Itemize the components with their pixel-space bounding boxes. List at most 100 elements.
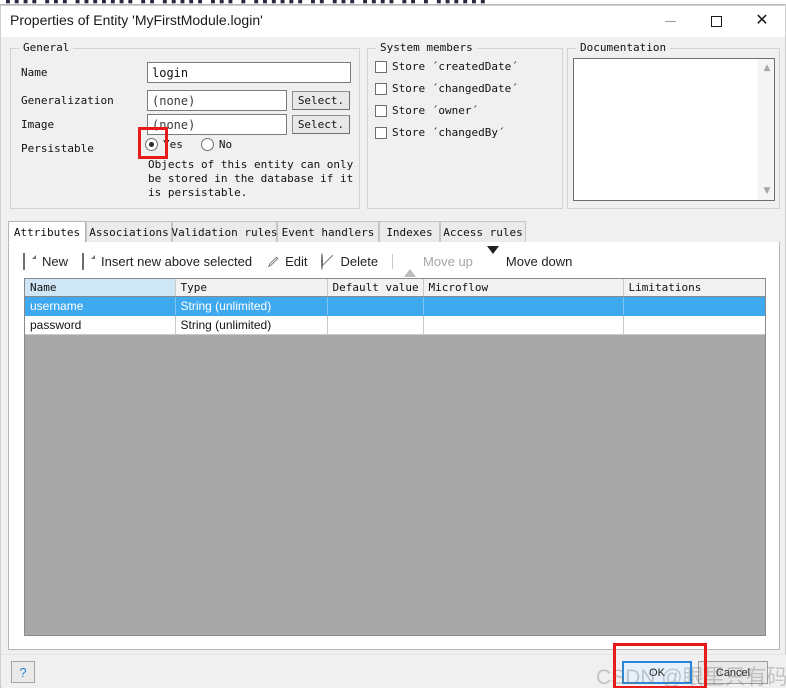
application-window: ▌▌▌▌ ▌▌▌ ▌▌▌▌▌▌▌ ▌▌ ▌▌▌▌▌ ▌▌▌ ▌ ▌▌▌▌▌▌ ▌…: [0, 0, 786, 688]
checkbox-store-created-date[interactable]: Store ´createdDate´: [375, 60, 518, 73]
general-group: General Name Generalization Select. Imag…: [10, 41, 360, 209]
image-select-button[interactable]: Select.: [292, 115, 350, 134]
attributes-toolbar: New Insert new above selected Edit Delet…: [9, 245, 586, 277]
persistable-label: Persistable: [21, 142, 94, 155]
persistable-hint: Objects of this entity can only be store…: [148, 158, 358, 200]
minimize-button[interactable]: [647, 6, 693, 36]
document-icon: [82, 252, 96, 270]
generalization-label: Generalization: [21, 94, 114, 107]
triangle-down-icon: [486, 245, 501, 269]
system-members-group: System members Store ´createdDate´ Store…: [367, 41, 563, 209]
close-icon: ✕: [755, 12, 769, 29]
checkbox-label: Store ´createdDate´: [392, 60, 518, 73]
toolbar-move-up-button[interactable]: Move up: [404, 253, 473, 277]
maximize-button[interactable]: [693, 6, 739, 36]
system-members-legend: System members: [376, 41, 477, 54]
toolbar-separator: [392, 253, 394, 269]
cell-microflow: [423, 296, 624, 316]
table-row[interactable]: username String (unlimited): [25, 296, 765, 316]
generalization-input[interactable]: [147, 90, 287, 111]
toolbar-move-down-label: Move down: [505, 253, 573, 269]
persistable-radio-group: Yes No: [145, 138, 250, 151]
cell-name: username: [25, 296, 176, 316]
checkbox-store-changed-by[interactable]: Store ´changedBy´: [375, 126, 505, 139]
triangle-up-icon: [404, 253, 418, 277]
documentation-group: Documentation ▲ ▼: [567, 41, 780, 209]
documentation-scrollbar[interactable]: ▲ ▼: [758, 59, 774, 200]
toolbar-new-button[interactable]: New: [23, 252, 69, 270]
persistable-hint-line-2: be stored in the database if it: [148, 172, 354, 185]
name-label: Name: [21, 66, 48, 79]
persistable-yes-label: Yes: [163, 138, 183, 151]
name-input[interactable]: [147, 62, 351, 83]
tab-indexes[interactable]: Indexes: [379, 221, 440, 243]
checkbox-label: Store ´changedBy´: [392, 126, 505, 139]
persistable-no-radio[interactable]: No: [200, 138, 233, 151]
checkbox-icon: [375, 126, 387, 139]
properties-dialog: Properties of Entity 'MyFirstModule.logi…: [0, 5, 786, 688]
attributes-table-container[interactable]: Name Type Default value Microflow Limita…: [24, 278, 766, 636]
cell-limitations: [623, 315, 765, 335]
cell-type: String (unlimited): [175, 315, 328, 335]
table-row[interactable]: password String (unlimited): [25, 315, 765, 335]
column-header-default-value[interactable]: Default value: [327, 279, 424, 297]
checkbox-icon: [375, 82, 387, 95]
title-bar: Properties of Entity 'MyFirstModule.logi…: [1, 6, 785, 37]
no-entry-icon: [321, 252, 335, 270]
persistable-yes-radio[interactable]: Yes: [145, 138, 183, 151]
scroll-up-icon[interactable]: ▲: [759, 60, 775, 76]
attributes-panel: New Insert new above selected Edit Delet…: [8, 242, 780, 650]
toolbar-insert-new-above-selected-button[interactable]: Insert new above selected: [82, 252, 253, 270]
checkbox-icon: [375, 60, 387, 73]
cell-microflow: [423, 315, 624, 335]
background-strip-text: ▌▌▌▌ ▌▌▌ ▌▌▌▌▌▌▌ ▌▌ ▌▌▌▌▌ ▌▌▌ ▌ ▌▌▌▌▌▌ ▌…: [6, 0, 490, 3]
checkbox-store-owner[interactable]: Store ´owner´: [375, 104, 478, 117]
generalization-select-button[interactable]: Select.: [292, 91, 350, 110]
persistable-no-label: No: [218, 138, 233, 151]
scroll-down-icon[interactable]: ▼: [759, 183, 775, 199]
tab-attributes[interactable]: Attributes: [8, 221, 86, 243]
radio-selected-icon: [145, 138, 158, 151]
cell-type: String (unlimited): [175, 296, 328, 316]
column-header-type[interactable]: Type: [175, 279, 328, 297]
dialog-title: Properties of Entity 'MyFirstModule.logi…: [10, 12, 263, 28]
documentation-legend: Documentation: [576, 41, 671, 54]
toolbar-new-label: New: [42, 253, 69, 269]
tab-event-handlers[interactable]: Event handlers: [277, 221, 379, 243]
cell-default-value: [327, 315, 424, 335]
cancel-button[interactable]: Cancel: [698, 661, 768, 684]
column-header-microflow[interactable]: Microflow: [423, 279, 624, 297]
toolbar-delete-button[interactable]: Delete: [321, 252, 379, 270]
checkbox-label: Store ´owner´: [392, 104, 479, 117]
image-input[interactable]: [147, 114, 287, 135]
toolbar-edit-button[interactable]: Edit: [266, 254, 307, 269]
toolbar-delete-label: Delete: [340, 253, 379, 269]
document-icon: [23, 252, 37, 270]
general-group-legend: General: [19, 41, 74, 54]
radio-empty-icon: [200, 138, 214, 151]
tab-associations[interactable]: Associations: [86, 221, 172, 243]
cell-name: password: [25, 315, 176, 335]
documentation-textarea[interactable]: ▲ ▼: [573, 58, 775, 201]
tab-access-rules[interactable]: Access rules: [440, 221, 526, 243]
toolbar-insert-label: Insert new above selected: [101, 253, 253, 269]
image-label: Image: [21, 118, 55, 131]
tab-strip: Attributes Associations Validation rules…: [8, 221, 780, 243]
help-button[interactable]: ?: [11, 661, 35, 683]
toolbar-edit-label: Edit: [285, 253, 308, 269]
toolbar-move-up-label: Move up: [423, 253, 473, 269]
minimize-icon: [664, 20, 676, 22]
pencil-icon: [266, 254, 280, 269]
cell-default-value: [327, 296, 424, 316]
ok-button[interactable]: OK: [622, 661, 692, 684]
checkbox-store-changed-date[interactable]: Store ´changedDate´: [375, 82, 518, 95]
tab-validation-rules[interactable]: Validation rules: [172, 221, 277, 243]
persistable-hint-line-3: is persistable.: [148, 186, 248, 199]
close-button[interactable]: ✕: [739, 6, 785, 36]
column-header-limitations[interactable]: Limitations: [623, 279, 765, 297]
toolbar-move-down-button[interactable]: Move down: [486, 245, 573, 269]
attributes-table: Name Type Default value Microflow Limita…: [25, 279, 765, 335]
cell-limitations: [623, 296, 765, 316]
column-header-name[interactable]: Name: [25, 279, 176, 297]
window-controls: ✕: [647, 6, 785, 36]
